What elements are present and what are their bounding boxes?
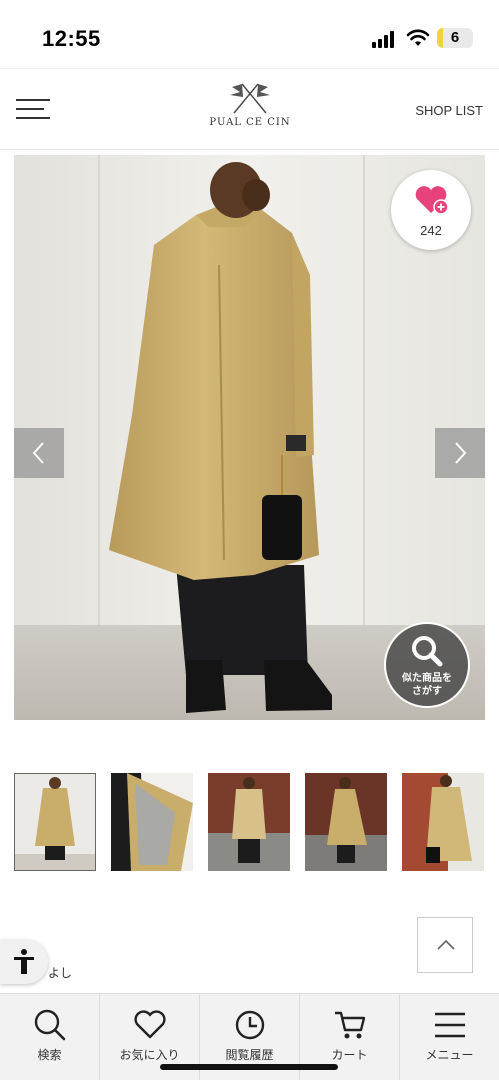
next-image-button[interactable] [435,428,485,478]
hamburger-menu-button[interactable] [16,97,50,121]
signal-icon [372,30,398,48]
prev-image-button[interactable] [14,428,64,478]
thumbnail-strip [14,773,499,871]
partial-text: よし [48,966,73,980]
thumbnail-4[interactable] [305,773,387,871]
tab-cart-label: カート [331,1048,368,1062]
thumbnail-3[interactable] [208,773,290,871]
status-time: 12:55 [42,26,101,51]
heart-icon [133,1010,166,1039]
chevron-left-icon [32,442,44,464]
favorite-button[interactable]: 242 [391,170,471,250]
find-similar-button[interactable]: 似た商品を さがす [384,622,470,708]
battery-icon: 6 [437,28,473,48]
cart-icon [334,1011,365,1039]
tab-favorites-label: お気に入り [119,1048,180,1062]
brand-name: PUAL CE CIN [209,117,291,128]
accessibility-button[interactable] [0,940,48,984]
tab-history-label: 閲覧履歴 [225,1048,274,1062]
home-indicator [160,1064,338,1070]
heart-plus-icon [415,186,449,215]
thumbnail-5[interactable] [402,773,484,871]
tab-search-label: 検索 [37,1048,62,1062]
search-icon [412,636,443,667]
accessibility-icon [14,949,34,974]
scroll-to-top-button[interactable] [417,917,473,973]
thumbnail-1[interactable] [14,773,96,871]
menu-icon [434,1012,465,1038]
brand-logo[interactable]: PUAL CE CIN [200,81,300,141]
site-header: PUAL CE CIN SHOP LIST [0,68,499,150]
battery-level: 6 [450,29,460,46]
find-similar-label: 似た商品を さがす [402,673,452,697]
tab-menu[interactable]: メニュー [400,994,499,1080]
clock-icon [235,1010,264,1040]
tab-menu-label: メニュー [425,1048,474,1062]
thumbnail-2[interactable] [111,773,193,871]
tab-search[interactable]: 検索 [0,994,100,1080]
search-icon [34,1009,65,1041]
status-bar: 12:55 6 [0,0,499,68]
shop-list-link[interactable]: SHOP LIST [415,103,483,118]
crossed-flags-icon [230,83,270,114]
wifi-icon [406,29,430,46]
favorite-count: 242 [420,223,442,238]
chevron-up-icon [437,939,455,950]
chevron-right-icon [455,442,467,464]
